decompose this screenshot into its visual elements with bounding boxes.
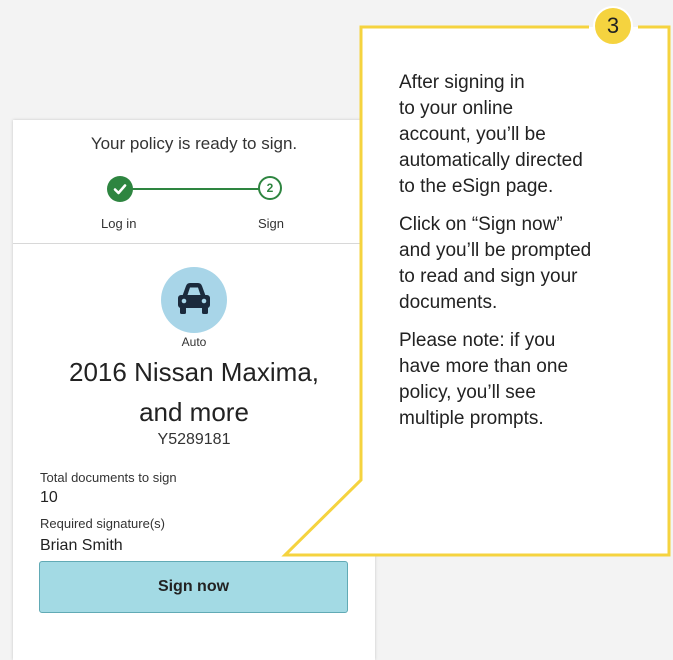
callout-paragraph-signnow: Click on “Sign now” and you’ll be prompt… (399, 212, 664, 316)
callout-line: to the eSign page. (399, 176, 554, 197)
callout-line: policy, you’ll see (399, 382, 536, 403)
callout-text: After signing in to your online account,… (399, 70, 664, 444)
step-number-badge: 3 (593, 6, 633, 46)
callout-line: account, you’ll be (399, 124, 546, 145)
callout-line: Please note: if you (399, 330, 556, 351)
callout-line: automatically directed (399, 150, 583, 171)
callout-line: documents. (399, 292, 498, 313)
callout-line: have more than one (399, 356, 569, 377)
callout-line: to read and sign your (399, 266, 578, 287)
callout-line: to your online (399, 98, 514, 119)
callout-line: multiple prompts. (399, 408, 544, 429)
callout-line: Click on “Sign now” (399, 214, 563, 235)
callout-line: After signing in (399, 72, 525, 93)
callout-line: and you’ll be prompted (399, 240, 592, 261)
instruction-callout: 3 After signing in to your online accoun… (0, 0, 673, 656)
callout-paragraph-signin: After signing in to your online account,… (399, 70, 664, 200)
callout-paragraph-note: Please note: if you have more than one p… (399, 328, 664, 432)
